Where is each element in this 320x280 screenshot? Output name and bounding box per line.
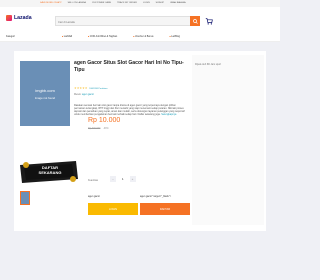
banner-text: DAFTAR SEKARANG xyxy=(38,165,62,175)
brand-row: Merek: agen gacor xyxy=(74,93,94,96)
top-link-language[interactable]: UBAH BAHASA xyxy=(170,2,186,4)
seller-sidebar: Dijual oleh 6D Jam sport xyxy=(192,55,264,225)
quantity-value[interactable]: 1 xyxy=(122,177,124,181)
search-input[interactable] xyxy=(58,19,178,25)
top-link-app[interactable]: SAVE MORE ON APP xyxy=(40,2,62,4)
logo[interactable]: Lazada xyxy=(6,15,32,21)
nav-item-lazblog[interactable]: LazBlog xyxy=(170,35,180,38)
search-icon xyxy=(192,18,198,24)
top-link-login[interactable]: LOGIN xyxy=(143,2,150,4)
search-button[interactable] xyxy=(190,16,200,26)
price: Rp 10.000 xyxy=(88,117,121,124)
nav-item-lazmall[interactable]: LazMall xyxy=(62,35,72,38)
old-price-row: Rp 720.000 -99% xyxy=(88,127,109,130)
brand-link[interactable]: agen gacor xyxy=(82,93,94,96)
star-icons: ★★★★★ xyxy=(74,86,88,90)
nav-item-voucher[interactable]: Voucher & Bonus xyxy=(133,35,153,38)
description-link[interactable]: Selengkapnya xyxy=(161,113,176,116)
agen-link-right[interactable]: agen gacor" target="_blank"> xyxy=(140,195,171,198)
logo-text: Lazada xyxy=(14,15,32,21)
cart-icon[interactable] xyxy=(205,17,213,25)
product-image[interactable]: imgbb.com Image not found xyxy=(20,61,70,126)
agen-link-left[interactable]: agen gacor xyxy=(88,195,100,198)
top-link-sell[interactable]: SELL ON LAZADA xyxy=(68,2,86,4)
rating-count[interactable]: 5361268 Penilaian xyxy=(89,88,107,90)
quantity-stepper: – 1 + xyxy=(110,176,136,182)
nav-items: LazMall COD Anti Ribet & Tagihan Voucher… xyxy=(62,35,180,38)
daftar-banner[interactable]: DAFTAR SEKARANG xyxy=(18,155,80,187)
daftar-button[interactable]: DAFTAR xyxy=(140,203,190,215)
top-link-track[interactable]: TRACK MY ORDER xyxy=(117,2,137,4)
category-nav: Kategori LazMall COD Anti Ribet & Tagiha… xyxy=(0,30,280,42)
quantity-minus-button[interactable]: – xyxy=(110,176,116,182)
thumbnail[interactable] xyxy=(20,191,30,205)
quantity-label: Kuantitas xyxy=(88,179,98,182)
discount-badge: -99% xyxy=(103,127,109,130)
product-description: Rasakan sensasi bermain slot gacor tanpa… xyxy=(74,104,187,116)
top-utility-bar: SAVE MORE ON APP SELL ON LAZADA CUSTOMER… xyxy=(0,0,280,7)
top-link-signup[interactable]: SIGNUP xyxy=(156,2,164,4)
nav-item-cod[interactable]: COD Anti Ribet & Tagihan xyxy=(88,35,117,38)
quantity-plus-button[interactable]: + xyxy=(129,176,136,182)
top-link-care[interactable]: CUSTOMER CARE xyxy=(92,2,111,4)
search-box xyxy=(55,16,193,26)
seller-info: Dijual oleh 6D Jam sport xyxy=(195,63,222,66)
rating[interactable]: ★★★★★ 5361268 Penilaian xyxy=(74,86,107,90)
product-title: agen Gacor Situs Slot Gacor Hari Ini No … xyxy=(74,60,184,73)
logo-icon xyxy=(6,15,12,21)
image-not-found-text: Image not found xyxy=(34,95,56,100)
top-links: SAVE MORE ON APP SELL ON LAZADA CUSTOMER… xyxy=(40,2,186,4)
categories-dropdown[interactable]: Kategori xyxy=(6,35,15,38)
old-price: Rp 720.000 xyxy=(88,127,101,130)
login-button[interactable]: LOGIN xyxy=(88,203,138,215)
brand-label: Merek: xyxy=(74,93,82,96)
image-host-text: imgbb.com xyxy=(35,87,55,93)
site-header: Lazada xyxy=(0,7,280,30)
